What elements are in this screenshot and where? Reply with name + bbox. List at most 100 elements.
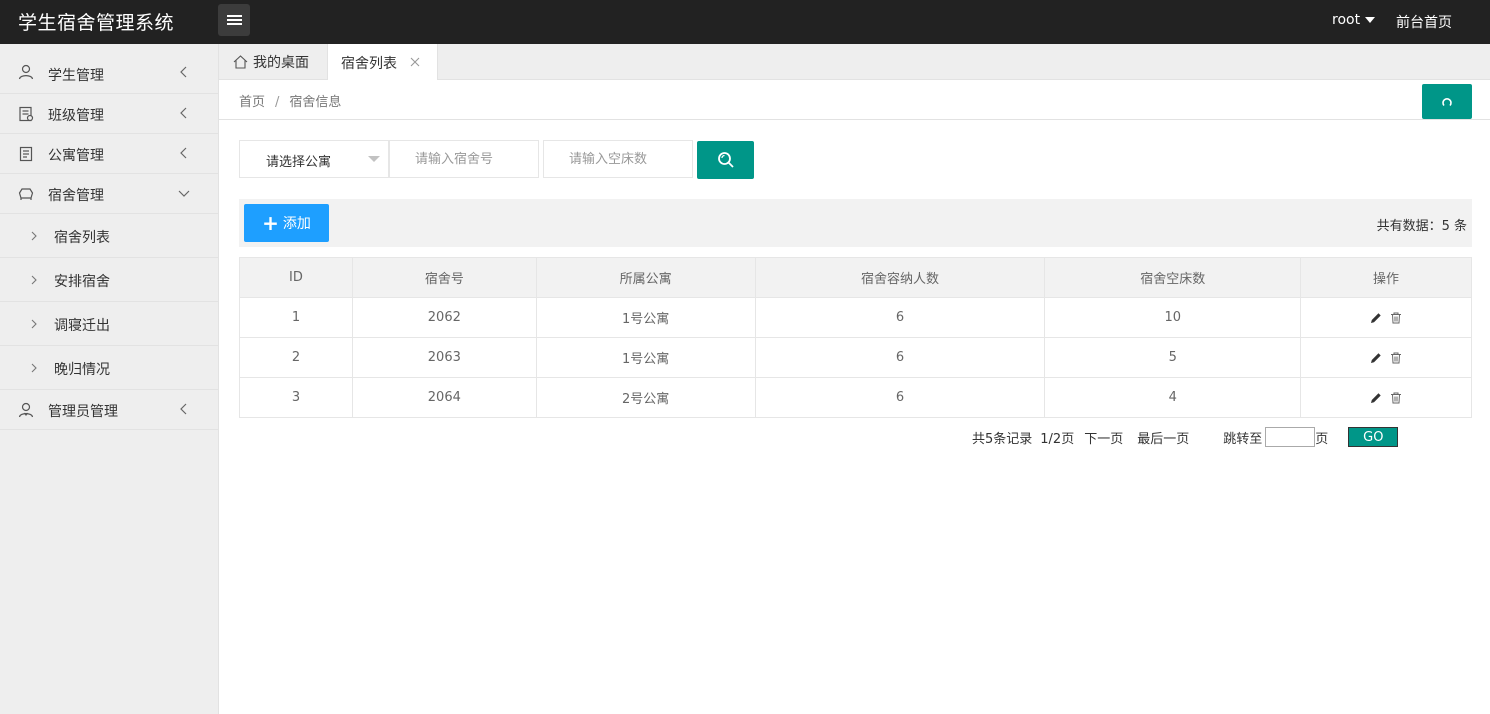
caret-down-icon — [368, 156, 380, 162]
jump-to-label: 跳转至 — [1223, 431, 1263, 447]
pagination-records: 共5条记录 — [972, 431, 1033, 447]
breadcrumb-bar: 首页 / 宿舍信息 — [219, 80, 1490, 120]
delete-icon[interactable] — [1390, 352, 1402, 364]
sidebar-subitem-late-return[interactable]: 晚归情况 — [0, 346, 218, 390]
top-header: 学生宿舍管理系统 root 前台首页 — [0, 0, 1490, 44]
cell-actions — [1300, 377, 1472, 418]
edit-icon[interactable] — [1370, 352, 1382, 364]
cell-apartment: 1号公寓 — [535, 297, 756, 338]
column-header: 所属公寓 — [535, 257, 756, 298]
tab-dorm-list[interactable]: 宿舍列表 — [327, 44, 438, 81]
chevron-left-icon — [180, 66, 187, 78]
cell-dorm-number: 2062 — [351, 297, 537, 338]
cell-id: 2 — [239, 337, 353, 378]
sidebar-item-apartments[interactable]: 公寓管理 — [0, 134, 218, 174]
user-icon — [18, 64, 34, 80]
close-icon[interactable] — [410, 57, 420, 67]
chevron-left-icon — [180, 403, 187, 415]
apartment-select[interactable]: 请选择公寓 — [239, 140, 389, 178]
apartment-icon — [19, 146, 33, 162]
table-header-row: ID 宿舍号 所属公寓 宿舍容纳人数 宿舍空床数 操作 — [239, 257, 1472, 298]
empty-beds-input[interactable] — [543, 140, 693, 178]
cell-empty-beds: 4 — [1044, 377, 1302, 418]
table-row: 3 2064 2号公寓 6 4 — [239, 377, 1472, 418]
refresh-icon — [1442, 97, 1452, 106]
next-page-link[interactable]: 下一页 — [1084, 428, 1123, 447]
sidebar-item-label: 学生管理 — [48, 68, 104, 84]
edit-icon[interactable] — [1370, 392, 1382, 404]
jump-page-input[interactable] — [1265, 427, 1316, 447]
hamburger-icon — [226, 15, 242, 25]
search-button[interactable] — [697, 141, 754, 179]
column-header: ID — [239, 257, 353, 298]
class-icon — [19, 106, 34, 122]
cell-actions — [1300, 337, 1472, 378]
sidebar: 学生管理 班级管理 公寓管理 宿舍管理 宿舍列表 安排宿舍 调寝迁出 晚归情况 … — [0, 44, 219, 714]
tab-home[interactable]: 我的桌面 — [233, 44, 309, 80]
breadcrumb-home[interactable]: 首页 — [239, 95, 265, 110]
cell-capacity: 6 — [754, 297, 1046, 338]
total-count: 共有数据：5 条 — [1376, 219, 1467, 234]
sidebar-subitem-label: 调寝迁出 — [54, 318, 110, 334]
chevron-left-icon — [180, 147, 187, 159]
column-header: 宿舍空床数 — [1044, 257, 1302, 298]
cell-apartment: 2号公寓 — [535, 377, 756, 418]
sidebar-item-label: 班级管理 — [48, 108, 104, 124]
cell-id: 3 — [239, 377, 353, 418]
delete-icon[interactable] — [1390, 392, 1402, 404]
dorm-number-input[interactable] — [389, 140, 539, 178]
search-icon — [717, 152, 734, 168]
refresh-button[interactable] — [1422, 84, 1472, 119]
app-logo: 学生宿舍管理系统 — [18, 12, 175, 34]
pagination-pages: 1/2页 — [1040, 431, 1075, 447]
sidebar-item-label: 宿舍管理 — [48, 188, 104, 204]
front-page-link[interactable]: 前台首页 — [1396, 12, 1452, 32]
sidebar-item-students[interactable]: 学生管理 — [0, 44, 218, 94]
cell-dorm-number: 2064 — [351, 377, 537, 418]
tab-bar: 我的桌面 宿舍列表 — [219, 44, 1490, 81]
sidebar-subitem-transfer-out[interactable]: 调寝迁出 — [0, 302, 218, 346]
sidebar-subitem-label: 晚归情况 — [54, 362, 110, 378]
chevron-right-icon — [31, 319, 37, 329]
admin-icon — [18, 402, 34, 418]
breadcrumb-separator: / — [275, 95, 280, 110]
table-row: 2 2063 1号公寓 6 5 — [239, 337, 1472, 378]
chevron-right-icon — [31, 275, 37, 285]
sidebar-subitem-dorm-list[interactable]: 宿舍列表 — [0, 214, 218, 258]
user-name: root — [1332, 12, 1361, 28]
cell-dorm-number: 2063 — [351, 337, 537, 378]
column-header: 宿舍号 — [351, 257, 537, 298]
dorm-icon — [18, 188, 34, 200]
add-button-label: 添加 — [282, 216, 311, 232]
caret-down-icon — [1365, 17, 1376, 23]
last-page-link[interactable]: 最后一页 — [1137, 428, 1189, 447]
home-icon — [233, 55, 248, 69]
sidebar-item-classes[interactable]: 班级管理 — [0, 94, 218, 134]
cell-capacity: 6 — [754, 337, 1046, 378]
chevron-right-icon — [31, 231, 37, 241]
cell-actions — [1300, 297, 1472, 338]
apartment-select-value: 请选择公寓 — [266, 155, 332, 170]
menu-toggle-button[interactable] — [218, 4, 250, 36]
column-header: 操作 — [1300, 257, 1472, 298]
column-header: 宿舍容纳人数 — [754, 257, 1046, 298]
go-button[interactable]: GO — [1348, 427, 1399, 447]
cell-id: 1 — [239, 297, 353, 338]
table-row: 1 2062 1号公寓 6 10 — [239, 297, 1472, 338]
sidebar-item-dorms[interactable]: 宿舍管理 — [0, 174, 218, 214]
cell-capacity: 6 — [754, 377, 1046, 418]
sidebar-item-admins[interactable]: 管理员管理 — [0, 390, 218, 430]
tab-home-label: 我的桌面 — [253, 55, 309, 71]
sidebar-subitem-label: 安排宿舍 — [54, 274, 110, 290]
cell-empty-beds: 5 — [1044, 337, 1302, 378]
page-unit-label: 页 — [1315, 431, 1329, 447]
cell-empty-beds: 10 — [1044, 297, 1302, 338]
add-button[interactable]: + 添加 — [244, 204, 329, 242]
tab-active-label: 宿舍列表 — [341, 55, 397, 72]
dorm-table: ID 宿舍号 所属公寓 宿舍容纳人数 宿舍空床数 操作 1 2062 1号公寓 … — [239, 257, 1472, 418]
edit-icon[interactable] — [1370, 312, 1382, 324]
delete-icon[interactable] — [1390, 312, 1402, 324]
sidebar-subitem-arrange-dorm[interactable]: 安排宿舍 — [0, 258, 218, 302]
breadcrumb: 首页 / 宿舍信息 — [239, 91, 341, 110]
user-menu[interactable]: root — [1332, 12, 1376, 28]
